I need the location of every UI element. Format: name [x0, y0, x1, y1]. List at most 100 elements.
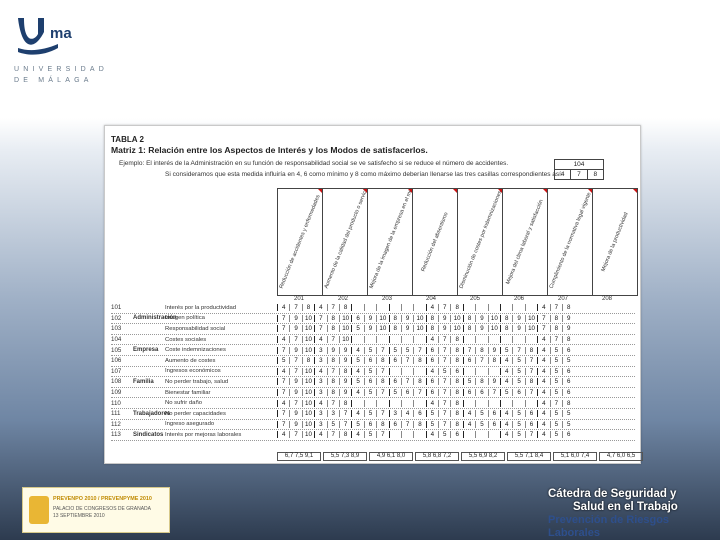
value-cell[interactable]: 4 — [351, 410, 363, 418]
value-cell[interactable]: 7 — [277, 314, 289, 322]
value-cell[interactable] — [462, 431, 475, 439]
column-header[interactable]: Reducción del absentismo — [412, 188, 457, 296]
value-cell[interactable]: 8 — [561, 336, 574, 344]
row-description-cell[interactable]: Coste indemnizaciones — [165, 347, 271, 353]
value-cell[interactable]: 7 — [549, 304, 562, 312]
value-cell[interactable] — [475, 399, 487, 407]
value-cell[interactable]: 7 — [438, 378, 450, 386]
value-cell[interactable]: 5 — [388, 346, 401, 354]
value-cell[interactable]: 5 — [351, 378, 363, 386]
value-cell[interactable]: 8 — [450, 336, 462, 344]
value-cell[interactable] — [462, 304, 475, 312]
value-cell[interactable]: 4 — [351, 431, 363, 439]
value-cell[interactable]: 5 — [549, 389, 562, 397]
value-cell[interactable]: 8 — [338, 399, 351, 407]
value-cell[interactable]: 7 — [438, 346, 450, 354]
value-cell[interactable]: 5 — [549, 431, 562, 439]
value-cell[interactable]: 7 — [338, 410, 351, 418]
value-cell[interactable]: 10 — [338, 325, 351, 333]
value-cell[interactable]: 5 — [500, 389, 512, 397]
value-cell[interactable] — [413, 304, 425, 312]
value-cell[interactable]: 7 — [277, 378, 289, 386]
value-cell[interactable] — [462, 367, 475, 375]
value-cell[interactable]: 10 — [413, 314, 425, 322]
value-cell[interactable] — [475, 336, 487, 344]
row-code-cell[interactable]: 108 — [111, 378, 133, 385]
value-cell[interactable]: 6 — [450, 431, 462, 439]
value-cell[interactable]: 5 — [326, 420, 339, 428]
value-cell[interactable]: 8 — [524, 378, 537, 386]
value-cell[interactable]: 4 — [314, 431, 326, 439]
value-cell[interactable]: 5 — [500, 346, 512, 354]
value-cell[interactable]: 3 — [314, 346, 326, 354]
value-cell[interactable]: 10 — [301, 336, 314, 344]
value-cell[interactable]: 7 — [413, 389, 425, 397]
value-cell[interactable]: 9 — [475, 314, 487, 322]
value-cell[interactable]: 9 — [289, 346, 301, 354]
value-cell[interactable]: 9 — [438, 325, 450, 333]
value-cell[interactable]: 5 — [512, 378, 524, 386]
value-cell[interactable] — [500, 304, 512, 312]
value-cell[interactable]: 8 — [500, 325, 512, 333]
row-group-cell[interactable]: Sindicatos — [133, 432, 165, 438]
value-cell[interactable]: 8 — [413, 420, 425, 428]
value-cell[interactable]: 6 — [363, 378, 376, 386]
value-cell[interactable]: 4 — [462, 410, 475, 418]
row-code-cell[interactable]: 101 — [111, 304, 133, 311]
value-cell[interactable] — [376, 304, 388, 312]
row-code-cell[interactable]: 109 — [111, 389, 133, 396]
value-cell[interactable] — [524, 336, 537, 344]
value-cell[interactable]: 6 — [425, 389, 438, 397]
value-cell[interactable] — [351, 304, 363, 312]
value-cell[interactable]: 7 — [438, 357, 450, 365]
row-group-cell[interactable]: Administración — [133, 315, 177, 321]
value-cell[interactable]: 9 — [338, 378, 351, 386]
row-description-cell[interactable]: Ingresos económicos — [165, 368, 271, 374]
value-cell[interactable] — [475, 367, 487, 375]
value-cell[interactable]: 7 — [277, 346, 289, 354]
value-cell[interactable] — [351, 336, 363, 344]
value-cell[interactable]: 5 — [561, 357, 574, 365]
value-cell[interactable]: 7 — [549, 336, 562, 344]
row-code-cell[interactable]: 110 — [111, 400, 133, 407]
value-cell[interactable]: 7 — [289, 367, 301, 375]
value-cell[interactable]: 8 — [561, 399, 574, 407]
value-cell[interactable] — [388, 367, 401, 375]
value-cell[interactable]: 5 — [277, 357, 289, 365]
row-description-cell[interactable]: No sufrir daño — [165, 400, 271, 406]
row-description-cell[interactable]: Costes sociales — [165, 337, 271, 343]
value-cell[interactable]: 10 — [450, 314, 462, 322]
value-cell[interactable] — [400, 431, 413, 439]
value-cell[interactable]: 10 — [301, 346, 314, 354]
value-cell[interactable]: 5 — [549, 410, 562, 418]
value-cell[interactable]: 9 — [363, 325, 376, 333]
value-cell[interactable]: 5 — [549, 420, 562, 428]
value-cell[interactable]: 3 — [314, 357, 326, 365]
value-cell[interactable]: 6 — [388, 357, 401, 365]
value-cell[interactable]: 4 — [351, 346, 363, 354]
value-cell[interactable]: 5 — [512, 410, 524, 418]
value-cell[interactable]: 4 — [537, 336, 549, 344]
row-group-cell[interactable]: Empresa — [133, 347, 165, 353]
value-cell[interactable]: 8 — [450, 304, 462, 312]
value-cell[interactable]: 6 — [524, 420, 537, 428]
value-cell[interactable] — [462, 336, 475, 344]
value-cell[interactable]: 4 — [500, 431, 512, 439]
value-cell[interactable] — [400, 336, 413, 344]
value-cell[interactable]: 4 — [500, 367, 512, 375]
value-cell[interactable]: 10 — [338, 314, 351, 322]
value-cell[interactable]: 4 — [314, 336, 326, 344]
value-cell[interactable]: 4 — [277, 304, 289, 312]
total-cell[interactable]: 5,5 7,3 8,9 — [323, 452, 367, 461]
value-cell[interactable]: 9 — [289, 314, 301, 322]
value-cell[interactable] — [400, 367, 413, 375]
value-cell[interactable]: 7 — [326, 336, 339, 344]
value-cell[interactable]: 7 — [326, 399, 339, 407]
value-cell[interactable] — [413, 336, 425, 344]
value-cell[interactable]: 9 — [438, 314, 450, 322]
value-cell[interactable]: 9 — [289, 378, 301, 386]
value-cell[interactable]: 6 — [462, 389, 475, 397]
value-cell[interactable]: 7 — [438, 336, 450, 344]
row-description-cell[interactable]: Aumento de costes — [165, 358, 271, 364]
value-cell[interactable]: 4 — [537, 367, 549, 375]
